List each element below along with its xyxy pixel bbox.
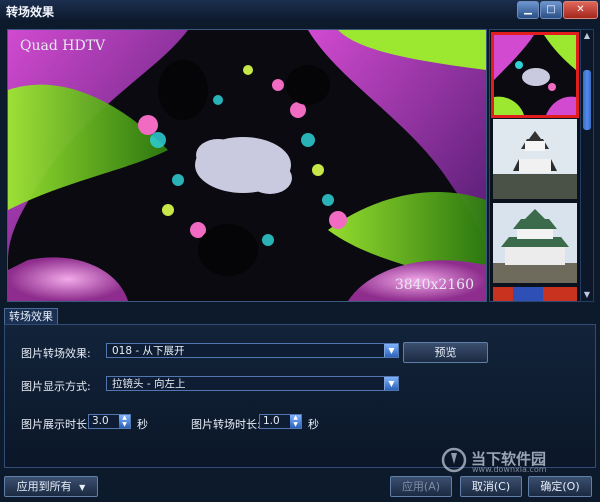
apply-to-all-label: 应用到所有 (16, 480, 72, 493)
title-bar: 转场效果 ▁ □ ✕ (0, 0, 600, 21)
transition-duration-value: 1.0 (263, 415, 280, 427)
dropdown-arrow-icon: ▼ (79, 483, 86, 492)
transition-effect-label: 图片转场效果: (21, 347, 91, 360)
spin-arrows-icon[interactable]: ▲ ▼ (119, 415, 130, 428)
scroll-up-icon[interactable]: ▲ (582, 31, 592, 41)
display-mode-value: 拉镜头 - 向左上 (112, 378, 186, 390)
fractal-thumbnail-image (494, 35, 576, 115)
chevron-down-icon[interactable]: ▼ (384, 377, 398, 390)
chevron-down-icon[interactable]: ▼ (384, 344, 398, 357)
close-icon: ✕ (576, 4, 585, 15)
watermark: 当下软件园 www.downxia.com (438, 447, 586, 475)
preview-area: Quad HDTV 3840x2160 (7, 29, 487, 302)
display-mode-label: 图片显示方式: (21, 380, 91, 393)
transition-duration-stepper[interactable]: 1.0 ▲ ▼ (259, 414, 302, 429)
thumbnail-fractal[interactable] (491, 32, 579, 118)
show-duration-stepper[interactable]: 3.0 ▲ ▼ (88, 414, 131, 429)
window-title: 转场效果 (6, 5, 55, 19)
apply-button[interactable]: 应用(A) (390, 476, 452, 497)
show-duration-label: 图片展示时长: (21, 418, 91, 431)
fractal-preview-image (8, 30, 486, 301)
close-button[interactable]: ✕ (563, 1, 598, 19)
thumbnail-partial[interactable] (493, 287, 577, 301)
spin-arrows-icon[interactable]: ▲ ▼ (290, 415, 301, 428)
cancel-button[interactable]: 取消(C) (460, 476, 522, 497)
tab-transition-effect[interactable]: 转场效果 (4, 308, 58, 325)
castle-thumbnail-image (493, 203, 577, 283)
partial-thumbnail-image (493, 287, 577, 301)
watermark-url: www.downxia.com (472, 465, 547, 474)
ok-button[interactable]: 确定(O) (528, 476, 592, 497)
preview-button[interactable]: 预览 (403, 342, 488, 363)
show-duration-unit: 秒 (137, 418, 148, 431)
thumbnail-castle-2[interactable] (493, 203, 577, 283)
minimize-button[interactable]: ▁ (517, 1, 539, 19)
thumbnail-scrollbar[interactable]: ▲ ▼ (580, 29, 594, 302)
apply-to-all-button[interactable]: 应用到所有 ▼ (4, 476, 98, 497)
transition-effect-value: 018 - 从下展开 (112, 345, 185, 357)
preview-format-label: Quad HDTV (20, 38, 106, 54)
preview-resolution-label: 3840x2160 (394, 277, 474, 293)
maximize-button[interactable]: □ (540, 1, 562, 19)
transition-duration-unit: 秒 (308, 418, 319, 431)
thumbnail-castle-1[interactable] (493, 119, 577, 199)
transition-effect-select[interactable]: 018 - 从下展开 ▼ (106, 343, 399, 358)
minimize-icon: ▁ (524, 4, 532, 15)
show-duration-value: 3.0 (92, 415, 109, 427)
display-mode-select[interactable]: 拉镜头 - 向左上 ▼ (106, 376, 399, 391)
thumbnail-strip[interactable] (489, 29, 581, 302)
castle-thumbnail-image (493, 119, 577, 199)
scroll-down-icon[interactable]: ▼ (582, 290, 592, 300)
scroll-thumb[interactable] (583, 70, 591, 130)
transition-duration-label: 图片转场时长: (191, 418, 261, 431)
maximize-icon: □ (546, 4, 556, 15)
